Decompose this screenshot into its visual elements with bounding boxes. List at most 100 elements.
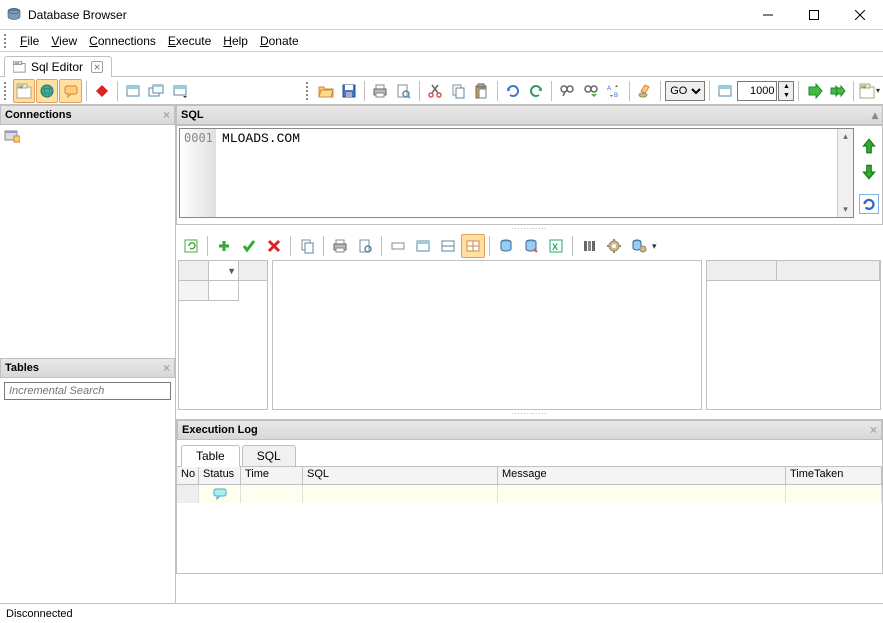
tab-label: Sql Editor bbox=[31, 60, 83, 74]
results-grid[interactable] bbox=[272, 260, 702, 410]
menu-view[interactable]: View bbox=[45, 32, 83, 50]
print-data-button[interactable] bbox=[328, 234, 352, 258]
refresh-data-button[interactable] bbox=[179, 234, 203, 258]
db-icon2-button[interactable] bbox=[519, 234, 543, 258]
collapse-icon[interactable]: ▴ bbox=[872, 108, 878, 122]
copy-button[interactable] bbox=[447, 79, 469, 103]
horizontal-splitter[interactable] bbox=[176, 225, 883, 232]
col-status[interactable]: Status bbox=[199, 467, 241, 484]
window-titlebar: Database Browser bbox=[0, 0, 883, 30]
run-all-button[interactable] bbox=[827, 79, 849, 103]
connections-tree[interactable] bbox=[0, 125, 175, 358]
sql-options-button[interactable]: sql▾ bbox=[858, 79, 881, 103]
incremental-search-input[interactable] bbox=[4, 382, 171, 400]
refresh-button[interactable] bbox=[859, 194, 879, 214]
print-button[interactable] bbox=[369, 79, 391, 103]
comment-button[interactable] bbox=[59, 79, 81, 103]
find-button[interactable] bbox=[556, 79, 578, 103]
sql-editor-button[interactable]: sql bbox=[13, 79, 35, 103]
cut-button[interactable] bbox=[424, 79, 446, 103]
view2-button[interactable] bbox=[411, 234, 435, 258]
col-timetaken[interactable]: TimeTaken bbox=[786, 467, 882, 484]
detail-grid[interactable] bbox=[706, 260, 881, 410]
connections-panel-header: Connections × bbox=[0, 105, 175, 125]
fields-grid[interactable]: ▼ bbox=[178, 260, 268, 410]
redo-button[interactable] bbox=[525, 79, 547, 103]
db-gear-button[interactable] bbox=[627, 234, 651, 258]
menu-help[interactable]: Help bbox=[217, 32, 254, 50]
view3-button[interactable] bbox=[436, 234, 460, 258]
add-row-button[interactable] bbox=[212, 234, 236, 258]
windows-button[interactable] bbox=[145, 79, 167, 103]
diamond-red-button[interactable] bbox=[91, 79, 113, 103]
col-sql[interactable]: SQL bbox=[303, 467, 498, 484]
horizontal-splitter[interactable] bbox=[176, 410, 883, 417]
execlog-tab-sql[interactable]: SQL bbox=[242, 445, 296, 467]
undo-button[interactable] bbox=[501, 79, 523, 103]
columns-button[interactable] bbox=[577, 234, 601, 258]
view1-button[interactable] bbox=[386, 234, 410, 258]
db-icon1-button[interactable] bbox=[494, 234, 518, 258]
replace-button[interactable]: AB bbox=[603, 79, 625, 103]
preview-button[interactable] bbox=[392, 79, 414, 103]
window-button[interactable] bbox=[122, 79, 144, 103]
limit-spinner[interactable]: ▲▼ bbox=[778, 81, 794, 101]
vertical-scrollbar[interactable]: ▴▾ bbox=[837, 129, 853, 217]
menu-execute[interactable]: Execute bbox=[162, 32, 217, 50]
svg-text:A: A bbox=[607, 86, 611, 92]
execlog-grid[interactable]: No Status Time SQL Message TimeTaken bbox=[177, 467, 882, 573]
paste-button[interactable] bbox=[470, 79, 492, 103]
go-select[interactable]: GO bbox=[665, 81, 705, 101]
main-toolbar: sql AB GO ▲▼ sql▾ bbox=[0, 77, 883, 105]
copy-data-button[interactable] bbox=[295, 234, 319, 258]
menu-connections[interactable]: Connections bbox=[83, 32, 162, 50]
preview-data-button[interactable] bbox=[353, 234, 377, 258]
window-dropdown-button[interactable] bbox=[169, 79, 191, 103]
dropdown-icon[interactable]: ▼ bbox=[209, 261, 239, 281]
close-button[interactable] bbox=[837, 0, 883, 29]
app-icon bbox=[6, 7, 22, 23]
gear-data-button[interactable] bbox=[602, 234, 626, 258]
execlog-tab-table[interactable]: Table bbox=[181, 445, 240, 467]
sql-editor-icon: sql bbox=[13, 61, 27, 73]
maximize-button[interactable] bbox=[791, 0, 837, 29]
toolbar-grip[interactable] bbox=[4, 34, 10, 48]
close-icon[interactable]: × bbox=[163, 108, 170, 122]
view4-button[interactable] bbox=[461, 234, 485, 258]
table-row[interactable] bbox=[177, 485, 882, 503]
col-no[interactable]: No bbox=[177, 467, 199, 484]
svg-text:X: X bbox=[552, 242, 558, 252]
limit-input[interactable] bbox=[737, 81, 777, 101]
open-button[interactable] bbox=[314, 79, 336, 103]
close-icon[interactable]: × bbox=[870, 423, 877, 437]
delete-row-button[interactable] bbox=[262, 234, 286, 258]
move-down-button[interactable] bbox=[859, 162, 879, 182]
clear-button[interactable] bbox=[634, 79, 656, 103]
tab-sql-editor[interactable]: sql Sql Editor ⨯ bbox=[4, 56, 112, 77]
col-message[interactable]: Message bbox=[498, 467, 786, 484]
excel-export-button[interactable]: X bbox=[544, 234, 568, 258]
globe-button[interactable] bbox=[36, 79, 58, 103]
tab-close-icon[interactable]: ⨯ bbox=[91, 61, 103, 73]
svg-text:B: B bbox=[614, 93, 618, 99]
minimize-button[interactable] bbox=[745, 0, 791, 29]
menu-file[interactable]: File bbox=[14, 32, 45, 50]
move-up-button[interactable] bbox=[859, 136, 879, 156]
commit-button[interactable] bbox=[237, 234, 261, 258]
database-icon bbox=[4, 129, 20, 143]
code-text[interactable]: MLOADS.COM bbox=[216, 129, 837, 217]
col-time[interactable]: Time bbox=[241, 467, 303, 484]
left-sidebar: Connections × Tables × bbox=[0, 105, 176, 603]
toolbar-grip[interactable] bbox=[306, 82, 312, 100]
dropdown-arrow-icon[interactable]: ▾ bbox=[652, 241, 657, 252]
close-icon[interactable]: × bbox=[163, 361, 170, 375]
run-arrow-button[interactable] bbox=[803, 79, 825, 103]
window-title: Database Browser bbox=[28, 8, 745, 22]
menu-donate[interactable]: Donate bbox=[254, 32, 305, 50]
svg-text:sql: sql bbox=[18, 83, 23, 88]
find-next-button[interactable] bbox=[579, 79, 601, 103]
save-button[interactable] bbox=[338, 79, 360, 103]
limit-window-button[interactable] bbox=[714, 79, 736, 103]
toolbar-grip[interactable] bbox=[4, 82, 10, 100]
sql-code-editor[interactable]: 0001 MLOADS.COM ▴▾ bbox=[179, 128, 854, 218]
